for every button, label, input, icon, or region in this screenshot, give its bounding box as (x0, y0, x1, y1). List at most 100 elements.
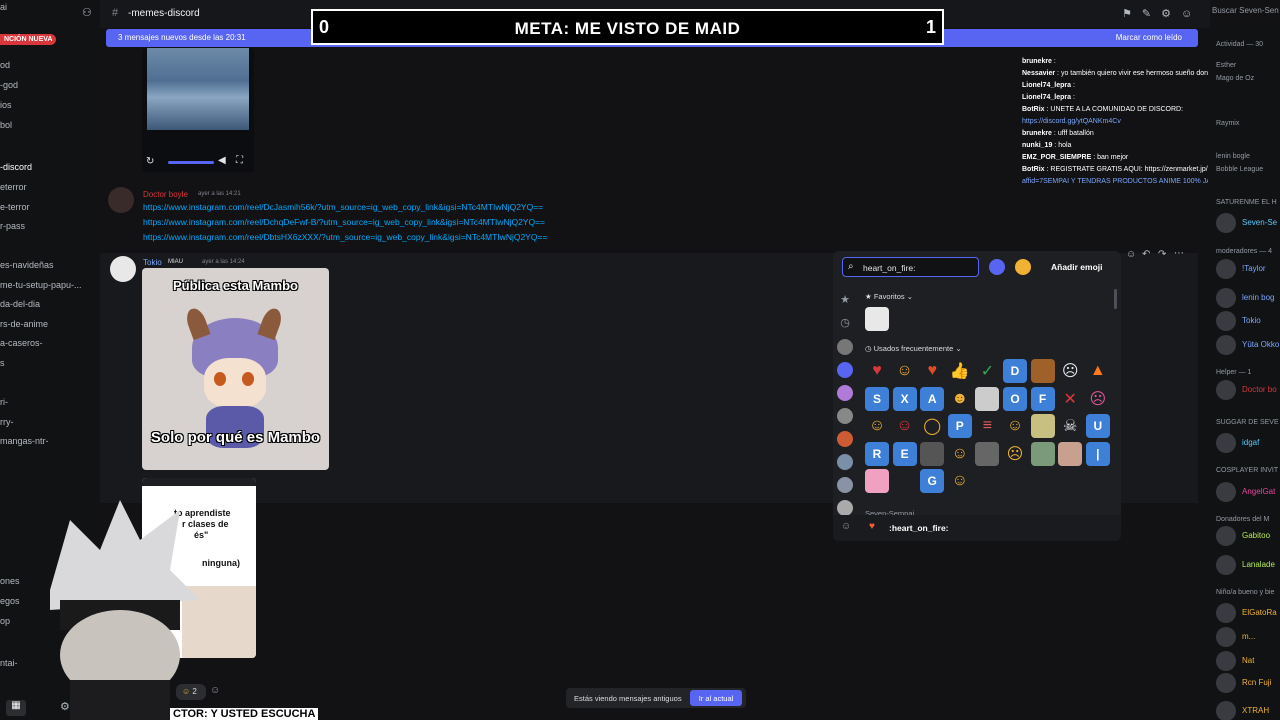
avatar[interactable] (1216, 335, 1236, 355)
letter-emoji[interactable]: U (1085, 414, 1110, 439)
channel-item[interactable]: ntai- (0, 658, 18, 668)
grid-icon[interactable]: ▦ (6, 700, 26, 716)
letter-emoji[interactable]: E (892, 441, 917, 466)
jump-to-present-button[interactable]: Ir al actual (690, 690, 742, 706)
avatar[interactable] (1216, 603, 1236, 623)
emoji-category-icon[interactable] (837, 454, 853, 470)
check-emoji[interactable]: ✓ (975, 359, 999, 383)
member-name[interactable]: Doctor bo (1242, 385, 1277, 394)
frequent-header[interactable]: ◷ Usados frecuentemente ⌄ (865, 344, 962, 353)
member-name[interactable]: idgaf (1242, 438, 1259, 447)
pic2-emoji[interactable] (1030, 414, 1055, 439)
member-activity-name[interactable]: Bobble League (1216, 166, 1263, 173)
avatar[interactable] (110, 256, 136, 282)
avatar[interactable] (1216, 288, 1236, 308)
avatar[interactable] (1216, 526, 1236, 546)
channel-item[interactable]: a-caseros- (0, 338, 43, 348)
channel-item[interactable]: -discord (0, 162, 32, 172)
add-emoji-button[interactable]: Añadir emoji (1043, 257, 1113, 277)
react-icon[interactable]: ☺ (1126, 249, 1136, 260)
replay-icon[interactable]: ↻ (146, 156, 154, 167)
ok-emoji[interactable]: ◯ (920, 414, 944, 438)
channel-item[interactable]: -god (0, 80, 18, 90)
pic3-emoji[interactable] (920, 441, 945, 466)
emoji-category-icon[interactable] (837, 431, 853, 447)
heart-emoji[interactable]: ♥ (865, 359, 889, 383)
avatar[interactable] (1216, 311, 1236, 331)
avatar[interactable] (1216, 433, 1236, 453)
rainbow-emoji[interactable]: ≡ (975, 414, 999, 438)
reply-icon[interactable]: ↶ (1142, 249, 1150, 260)
letter-emoji[interactable]: | (1085, 441, 1110, 466)
avatar[interactable] (108, 187, 134, 213)
emoji-category-icon[interactable] (837, 477, 853, 493)
emoji-category-icon[interactable] (837, 362, 853, 378)
add-reaction-icon[interactable]: ☺ (210, 685, 220, 696)
fullscreen-icon[interactable]: ⛶ (236, 155, 243, 166)
member-activity-name[interactable]: lenin bogle (1216, 153, 1250, 160)
channel-item[interactable]: rry- (0, 417, 14, 427)
avatar[interactable] (1216, 651, 1236, 671)
video-embed[interactable]: ↻ ◀ ⛶ (142, 48, 254, 172)
volume-bar[interactable] (168, 161, 214, 164)
scrollbar[interactable] (1114, 289, 1117, 309)
avatar[interactable] (1216, 213, 1236, 233)
member-name[interactable]: Seven-Se (1242, 218, 1277, 227)
member-activity-name[interactable]: Mago de Oz (1216, 75, 1254, 82)
channel-item[interactable]: op (0, 616, 10, 626)
letter-emoji[interactable]: F (1030, 386, 1055, 411)
pic6-emoji[interactable] (1058, 441, 1083, 466)
letter-emoji[interactable]: R (865, 441, 889, 466)
channel-item[interactable]: ios (0, 100, 12, 110)
volume-icon[interactable]: ◀ (218, 155, 226, 166)
message-username[interactable]: Doctor boyle (143, 190, 188, 199)
member-name[interactable]: !Taylor (1242, 264, 1266, 273)
mark-read-button[interactable]: Marcar como leído (1116, 33, 1182, 42)
emoji-category-icon[interactable]: ★ (837, 293, 853, 309)
avatar[interactable] (1216, 380, 1236, 400)
member-name[interactable]: AngelGat (1242, 487, 1275, 496)
letter-emoji[interactable]: A (920, 386, 945, 411)
letter-emoji[interactable]: S (865, 386, 889, 411)
forward-icon[interactable]: ↷ (1158, 249, 1166, 260)
eyes-emoji[interactable]: ●● (893, 469, 917, 493)
member-name[interactable]: Lanalade (1242, 560, 1275, 569)
letter-emoji[interactable]: P (947, 414, 972, 439)
avatar[interactable] (1216, 482, 1236, 502)
topbar-icons[interactable]: ⚑✎⚙☺ (1122, 7, 1202, 20)
emoji-search-input[interactable]: ⌕ heart_on_fire: (842, 257, 979, 277)
channel-item[interactable]: ri- (0, 397, 8, 407)
sticker-icon[interactable] (989, 259, 1005, 275)
channel-item[interactable]: egos (0, 596, 20, 606)
letter-emoji[interactable]: X (892, 386, 917, 411)
skin-tone-icon[interactable] (1015, 259, 1031, 275)
favorite-emoji[interactable] (865, 307, 889, 331)
letter-emoji[interactable]: G (920, 469, 945, 494)
channel-item[interactable]: r-pass (0, 221, 25, 231)
x-emoji[interactable]: ✕ (1058, 387, 1082, 411)
emoji-category-icon[interactable] (837, 408, 853, 424)
avatar[interactable] (1216, 627, 1236, 647)
emoji-category-icon[interactable]: ◷ (837, 316, 853, 332)
flame-emoji[interactable]: ▲ (1086, 359, 1110, 383)
channel-item[interactable]: bol (0, 120, 12, 130)
channel-item[interactable]: e-terror (0, 202, 30, 212)
pic5-emoji[interactable] (1030, 441, 1055, 466)
channel-item[interactable]: es-navideñas (0, 260, 54, 270)
member-name[interactable]: lenin bog (1242, 293, 1274, 302)
channel-item[interactable]: ai (0, 2, 7, 12)
pic4-emoji[interactable] (975, 441, 1000, 466)
emoji-category-icon[interactable] (837, 500, 853, 516)
letter-emoji[interactable]: O (1003, 386, 1027, 411)
think-emoji[interactable]: ☺ (948, 442, 972, 466)
message-username[interactable]: Tokio (143, 258, 162, 267)
emoji-category-icon[interactable] (837, 385, 853, 401)
laugh-emoji[interactable]: ☺ (893, 359, 917, 383)
member-name[interactable]: ElGatoRa (1242, 608, 1277, 617)
meme-emoji[interactable] (975, 386, 1000, 411)
member-name[interactable]: Tokio (1242, 316, 1261, 325)
channel-item[interactable]: eterror (0, 182, 27, 192)
thumbs-emoji[interactable]: 👍 (948, 359, 972, 383)
channel-item[interactable]: da-del-dia (0, 299, 40, 309)
skull-emoji[interactable]: ☠ (1058, 414, 1082, 438)
